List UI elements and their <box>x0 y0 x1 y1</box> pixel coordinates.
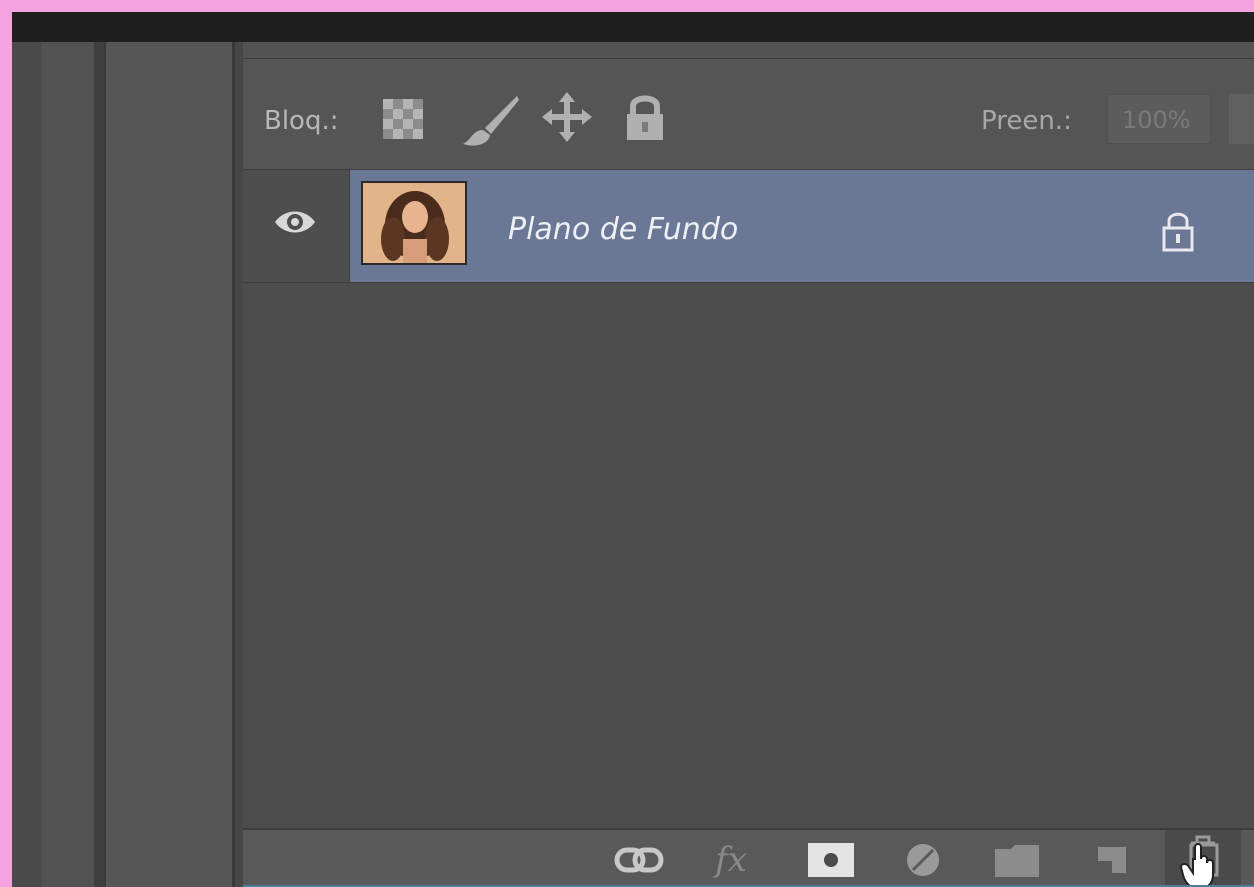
move-icon[interactable] <box>540 90 594 148</box>
panel-divider <box>94 42 104 887</box>
adjustment-icon[interactable] <box>895 830 951 887</box>
mask-icon[interactable] <box>803 830 859 887</box>
layers-panel: Bloq.: Preen.: 100% Plano de Fundo fx <box>243 42 1254 887</box>
side-panel-strip <box>12 42 42 887</box>
lock-bar: Bloq.: Preen.: 100% <box>243 59 1254 170</box>
panel-divider <box>235 42 243 887</box>
visibility-toggle[interactable] <box>243 170 350 282</box>
new-layer-icon[interactable] <box>1083 830 1139 887</box>
collapsed-panel-dock <box>106 42 235 887</box>
layer-row[interactable]: Plano de Fundo <box>243 170 1254 283</box>
top-bar <box>12 12 1254 42</box>
eye-icon[interactable] <box>273 208 317 240</box>
layers-bottom-toolbar: fx <box>243 828 1254 887</box>
layer-thumbnail <box>361 181 467 265</box>
trash-icon[interactable] <box>1165 830 1241 887</box>
layer-name[interactable]: Plano de Fundo <box>508 212 738 247</box>
fx-icon[interactable]: fx <box>701 830 761 887</box>
folder-icon[interactable] <box>985 830 1049 887</box>
fill-input[interactable]: 100% <box>1107 94 1211 144</box>
fill-label: Preen.: <box>981 106 1072 136</box>
lock-icon <box>1160 210 1196 256</box>
lock-icon[interactable] <box>623 92 667 146</box>
checkerboard-icon[interactable] <box>383 99 423 143</box>
side-panel-column <box>42 42 96 887</box>
brush-icon[interactable] <box>461 94 521 152</box>
lock-label: Bloq.: <box>264 106 339 136</box>
link-icon[interactable] <box>609 830 669 887</box>
fill-dropdown-arrow[interactable] <box>1229 94 1254 144</box>
photoshop-window: Bloq.: Preen.: 100% Plano de Fundo fx <box>12 12 1254 887</box>
layer-selection[interactable]: Plano de Fundo <box>350 170 1254 282</box>
panel-top-strip <box>243 42 1254 59</box>
